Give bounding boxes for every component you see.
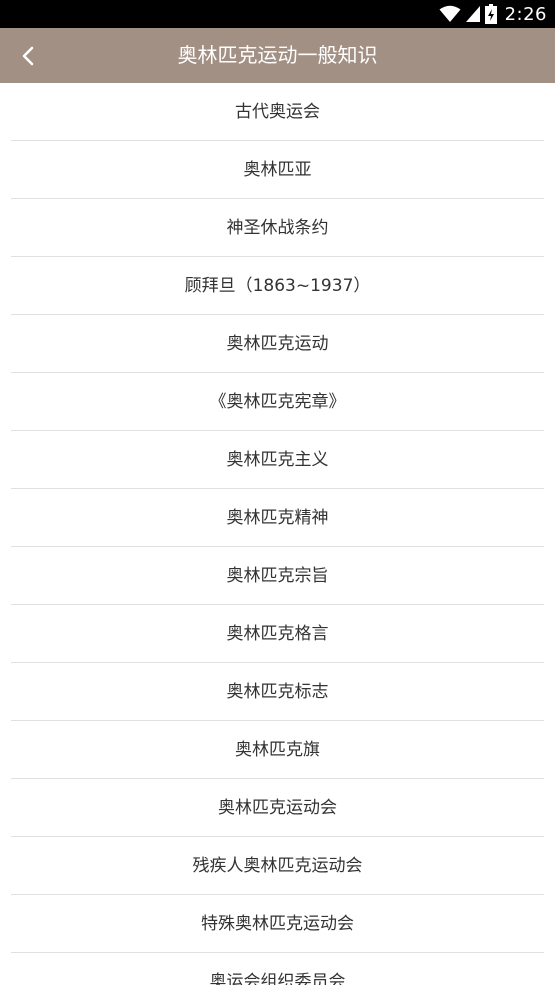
list-item[interactable]: 奥林匹克宗旨 (0, 547, 555, 605)
list-item[interactable]: 奥运会组织委员会 (0, 953, 555, 985)
list-item[interactable]: 《奥林匹克宪章》 (0, 373, 555, 431)
list-item[interactable]: 残疾人奥林匹克运动会 (0, 837, 555, 895)
wifi-icon (439, 5, 461, 22)
status-time: 2:26 (504, 3, 547, 25)
list-item[interactable]: 奥林匹克运动 (0, 315, 555, 373)
list-item[interactable]: 奥林匹克主义 (0, 431, 555, 489)
app-bar: 奥林匹克运动一般知识 (0, 28, 555, 83)
battery-charging-icon (484, 4, 497, 24)
list-item[interactable]: 特殊奥林匹克运动会 (0, 895, 555, 953)
status-bar: 2:26 (0, 0, 555, 28)
back-button[interactable] (6, 28, 50, 83)
list-item[interactable]: 奥林匹克运动会 (0, 779, 555, 837)
list-item[interactable]: 奥林匹克旗 (0, 721, 555, 779)
list-item[interactable]: 古代奥运会 (0, 83, 555, 141)
chevron-left-icon (22, 46, 34, 65)
page-title: 奥林匹克运动一般知识 (177, 43, 378, 67)
list-item[interactable]: 奥林匹克格言 (0, 605, 555, 663)
status-icons: 2:26 (439, 0, 547, 28)
list-item[interactable]: 顾拜旦（1863~1937） (0, 257, 555, 315)
list-item[interactable]: 神圣休战条约 (0, 199, 555, 257)
topic-list: 古代奥运会 奥林匹亚 神圣休战条约 顾拜旦（1863~1937） 奥林匹克运动 … (0, 83, 555, 985)
list-item[interactable]: 奥林匹克精神 (0, 489, 555, 547)
list-item[interactable]: 奥林匹克标志 (0, 663, 555, 721)
signal-icon (465, 6, 480, 22)
list-item[interactable]: 奥林匹亚 (0, 141, 555, 199)
